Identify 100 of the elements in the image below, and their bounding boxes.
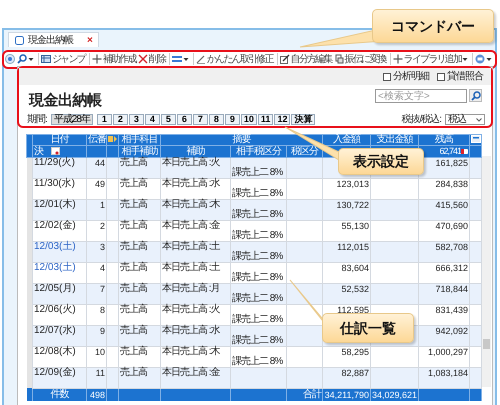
account-cell: 売上高 <box>118 220 160 231</box>
month-button[interactable]: 10 <box>240 114 257 125</box>
column-header: 日付 <box>32 134 86 146</box>
total-cell: 34,029,621 <box>370 388 418 401</box>
voucher-number: 49 <box>86 178 106 189</box>
period-label: 期間: <box>27 112 47 127</box>
column-header: 入金額 <box>322 134 370 146</box>
search-button[interactable] <box>17 54 36 64</box>
grid-icon <box>41 54 51 64</box>
account-cell: 売上高 <box>118 304 160 315</box>
edit-icon <box>280 54 290 64</box>
month-button[interactable]: 11 <box>258 114 274 125</box>
pencil-icon <box>196 54 206 64</box>
summary-cell: 本日売上高 :木 <box>160 346 230 357</box>
close-icon[interactable]: × <box>87 32 92 48</box>
date-cell: 12/03(土) <box>32 242 86 252</box>
summary-cell: 本日売上高 :土 <box>160 262 230 273</box>
tax-class-cell: 課売上二 8% <box>230 252 286 262</box>
toolbar-button[interactable]: ジャンプ <box>41 54 87 64</box>
month-button[interactable]: 7 <box>192 114 208 125</box>
account-cell: 売上高 <box>118 284 160 294</box>
amount-cell: 123,013 <box>322 178 370 189</box>
balance-cell: 1,000,297 <box>418 346 470 357</box>
search-icon <box>470 90 480 100</box>
voucher-number: 2 <box>86 220 106 231</box>
flag-icon <box>108 135 117 144</box>
calendar-icon <box>51 146 60 155</box>
search-button[interactable] <box>469 89 482 102</box>
summary-cell: 本日売上高 :火 <box>160 304 230 315</box>
account-cell: 売上高 <box>118 326 160 336</box>
toolbar-button[interactable]: 補助作成 <box>92 54 138 64</box>
chevron-icon <box>476 118 482 122</box>
toolbar-button[interactable]: 自分方編集 <box>280 54 334 64</box>
column-header: 補助 <box>160 146 230 158</box>
footer-label: 件数 <box>32 388 86 401</box>
column-header: 相手科目 <box>118 134 160 146</box>
balance-cell: 470,690 <box>418 220 470 231</box>
account-cell: 売上高 <box>118 262 160 273</box>
date-cell: 12/09(金) <box>32 368 86 378</box>
date-cell: 12/08(木) <box>32 346 86 357</box>
amount-cell: 58,295 <box>322 346 370 357</box>
convert-icon <box>334 54 344 64</box>
year-button[interactable]: 平成28年 <box>50 114 93 125</box>
summary-cell: 本日売上高 :金 <box>160 220 230 231</box>
tax-class-cell: 課売上二 8% <box>230 168 286 178</box>
list-button[interactable] <box>172 54 192 64</box>
account-cell: 売上高 <box>118 346 160 357</box>
date-cell: 12/02(金) <box>32 220 86 231</box>
toolbar-button[interactable]: かんたん取引修正 <box>196 54 275 64</box>
tax-class-cell: 課売上二 8% <box>230 294 286 304</box>
column-header: 残高 <box>418 134 470 146</box>
column-header: 摘要 <box>160 134 322 146</box>
search-icon <box>17 54 27 64</box>
account-cell: 売上高 <box>118 178 160 189</box>
month-button[interactable]: 6 <box>176 114 192 125</box>
tax-mode-label: 税抜/税込: <box>401 112 441 127</box>
settings-icon <box>471 135 481 144</box>
document-icon <box>15 36 24 44</box>
summary-cell: 本日売上高 :金 <box>160 368 230 378</box>
callout: コマンドバー <box>372 9 494 43</box>
delete-icon <box>138 54 148 64</box>
column-header: 決 <box>34 146 43 156</box>
month-button[interactable]: 4 <box>144 114 160 125</box>
account-cell: 売上高 <box>118 200 160 210</box>
checkbox-option[interactable]: 貸借照合 <box>437 69 483 84</box>
month-button[interactable]: 9 <box>224 114 240 125</box>
summary-cell: 本日売上高 :水 <box>160 326 230 336</box>
checkbox-option[interactable]: 分析明細 <box>383 69 429 84</box>
summary-cell: 本日売上高 :木 <box>160 200 230 210</box>
column-header: 支出金額 <box>370 134 418 146</box>
month-button[interactable]: 12 <box>274 114 290 125</box>
page-title: 現金出納帳 <box>28 91 102 111</box>
callout: 表示設定 <box>338 148 424 175</box>
month-button[interactable]: 3 <box>128 114 144 125</box>
toolbar-button[interactable]: 削除 <box>138 54 168 64</box>
balance-cell: 666,312 <box>418 262 470 273</box>
date-cell: 11/29(火) <box>32 158 86 168</box>
carryover-balance: 62,741 <box>439 146 461 156</box>
summary-cell: 本日売上高 :月 <box>160 284 230 294</box>
account-cell: 売上高 <box>118 158 160 168</box>
column-header: 相手補助 <box>118 146 160 158</box>
month-button[interactable]: 2 <box>112 114 128 125</box>
callout: 仕訳一覧 <box>322 313 414 343</box>
target-icon <box>5 54 15 64</box>
document-tab[interactable]: 現金出納帳 × <box>8 32 99 47</box>
month-button[interactable]: 5 <box>160 114 176 125</box>
column-header: 相手税区分 <box>230 146 286 158</box>
scrollbar[interactable] <box>482 156 491 387</box>
tax-mode-select[interactable]: 税込 <box>445 114 485 125</box>
total-cell: 34,211,790 <box>322 388 370 401</box>
toolbar-button[interactable]: 振伝に変換 <box>334 54 388 64</box>
month-button[interactable]: 1 <box>96 114 112 125</box>
date-cell: 12/06(火) <box>32 304 86 315</box>
summary-cell: 本日売上高 :水 <box>160 178 230 189</box>
month-button[interactable]: 決算 <box>291 114 316 125</box>
month-button[interactable]: 8 <box>208 114 224 125</box>
search-field[interactable]: <検索文字> <box>375 89 467 103</box>
target-button[interactable] <box>5 54 17 64</box>
toolbar-button[interactable]: ライブラリ追加 <box>392 54 470 64</box>
plus-icon <box>92 54 102 64</box>
